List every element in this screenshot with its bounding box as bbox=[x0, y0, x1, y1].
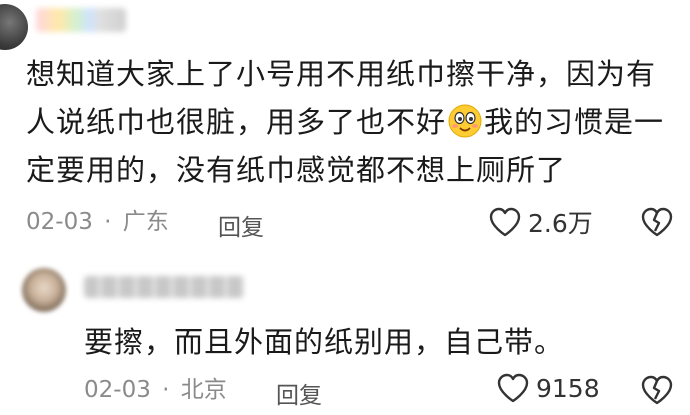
heart-icon bbox=[496, 372, 530, 404]
reply-dislike-broken-heart-icon[interactable] bbox=[640, 374, 674, 406]
like-button[interactable]: 2.6万 bbox=[488, 204, 593, 240]
reply-date: 02-03 bbox=[84, 377, 151, 403]
smiley-emoji-icon bbox=[448, 104, 482, 138]
comment-date: 02-03 bbox=[26, 209, 93, 235]
meta-separator: · bbox=[162, 377, 170, 403]
comment-meta: 02-03 · 广东 bbox=[26, 208, 169, 236]
reply-location: 北京 bbox=[180, 377, 227, 403]
reply-reply-button[interactable]: 回复 bbox=[276, 376, 322, 410]
reply-button[interactable]: 回复 bbox=[218, 208, 264, 242]
commenter-username[interactable] bbox=[36, 8, 126, 32]
reply-meta: 02-03 · 北京 bbox=[84, 376, 227, 404]
replier-username[interactable] bbox=[84, 276, 244, 298]
commenter-avatar[interactable] bbox=[0, 4, 28, 50]
replier-avatar[interactable] bbox=[22, 268, 66, 312]
meta-separator: · bbox=[104, 209, 112, 235]
like-count: 2.6万 bbox=[528, 209, 593, 238]
reply-like-count: 9158 bbox=[536, 373, 600, 403]
heart-icon bbox=[488, 206, 522, 238]
reply-like-button[interactable]: 9158 bbox=[496, 372, 600, 404]
comment-location: 广东 bbox=[122, 209, 169, 235]
comment-text: 想知道大家上了小号用不用纸巾擦干净，因为有人说纸巾也很脏，用多了也不好 我的习惯… bbox=[26, 50, 676, 194]
dislike-broken-heart-icon[interactable] bbox=[640, 206, 674, 238]
reply-text: 要擦，而且外面的纸别用，自己带。 bbox=[84, 325, 565, 359]
